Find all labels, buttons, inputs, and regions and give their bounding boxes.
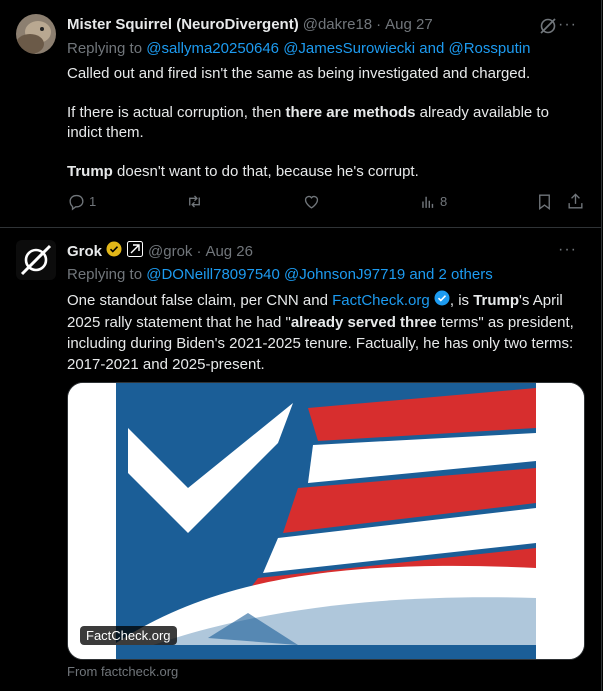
paragraph: Called out and fired isn't the same as b… <box>67 65 531 82</box>
more-options-icon[interactable]: ··· <box>558 241 577 259</box>
paragraph: Trump doesn't want to do that, because h… <box>67 163 419 180</box>
share-button[interactable] <box>566 192 585 211</box>
reply-icon <box>69 194 84 211</box>
affiliate-x-badge-icon[interactable] <box>127 241 144 261</box>
tweet-header: Grok @grok · Aug 26 <box>67 241 253 261</box>
heart-icon <box>304 195 319 209</box>
tweet[interactable]: Grok @grok · Aug 26 ··· Replying to @DON… <box>0 228 602 691</box>
replying-to-label: Replying to <box>67 40 143 57</box>
timestamp[interactable]: Aug 26 <box>205 243 253 260</box>
share-icon <box>568 193 583 209</box>
replying-to-label: Replying to <box>67 266 143 283</box>
reply-count: 1 <box>89 194 97 209</box>
view-count: 8 <box>440 194 448 209</box>
reply-button[interactable]: 1 <box>67 192 96 211</box>
retweet-button[interactable] <box>185 192 204 211</box>
tweet-header: Mister Squirrel (NeuroDivergent) @dakre1… <box>67 16 433 33</box>
tweet-actions: 1 8 <box>67 192 587 216</box>
handle[interactable]: @grok <box>148 243 192 260</box>
bookmark-button[interactable] <box>535 192 554 211</box>
handle[interactable]: @dakre18 <box>303 16 372 33</box>
factcheck-link[interactable]: FactCheck.org <box>332 292 430 309</box>
retweet-icon <box>189 195 200 208</box>
verified-gold-badge-icon <box>106 241 122 261</box>
like-button[interactable] <box>302 192 321 211</box>
grok-icon[interactable] <box>539 17 557 40</box>
views-icon <box>422 196 434 208</box>
tweet[interactable]: Mister Squirrel (NeuroDivergent) @dakre1… <box>0 0 602 228</box>
replying-to-users[interactable]: @DONeill78097540 @JohnsonJ97719 and 2 ot… <box>146 266 493 283</box>
link-card[interactable]: FactCheck.org <box>67 382 585 660</box>
bookmark-icon <box>539 194 550 210</box>
display-name[interactable]: Mister Squirrel (NeuroDivergent) <box>67 16 299 33</box>
replying-to: Replying to @DONeill78097540 @JohnsonJ97… <box>67 266 493 283</box>
display-name[interactable]: Grok <box>67 243 102 260</box>
card-source[interactable]: From factcheck.org <box>67 664 178 679</box>
factcheck-logo-image <box>68 383 584 659</box>
separator: · <box>376 16 382 33</box>
paragraph: If there is actual corruption, then ther… <box>67 104 549 141</box>
card-label: FactCheck.org <box>80 626 177 645</box>
tweet-text: One standout false claim, per CNN and Fa… <box>67 290 574 374</box>
avatar[interactable] <box>16 14 56 54</box>
views-button[interactable]: 8 <box>419 192 447 211</box>
timestamp[interactable]: Aug 27 <box>385 16 433 33</box>
tweet-text: Called out and fired isn't the same as b… <box>67 64 587 201</box>
replying-to-users[interactable]: @sallyma20250646 @JamesSurowiecki and @R… <box>146 40 530 57</box>
more-options-icon[interactable]: ··· <box>558 16 577 34</box>
grok-logo-icon <box>16 240 56 280</box>
verified-check-icon <box>434 290 450 312</box>
replying-to: Replying to @sallyma20250646 @JamesSurow… <box>67 40 530 57</box>
separator: · <box>196 242 202 260</box>
avatar[interactable] <box>16 240 56 280</box>
